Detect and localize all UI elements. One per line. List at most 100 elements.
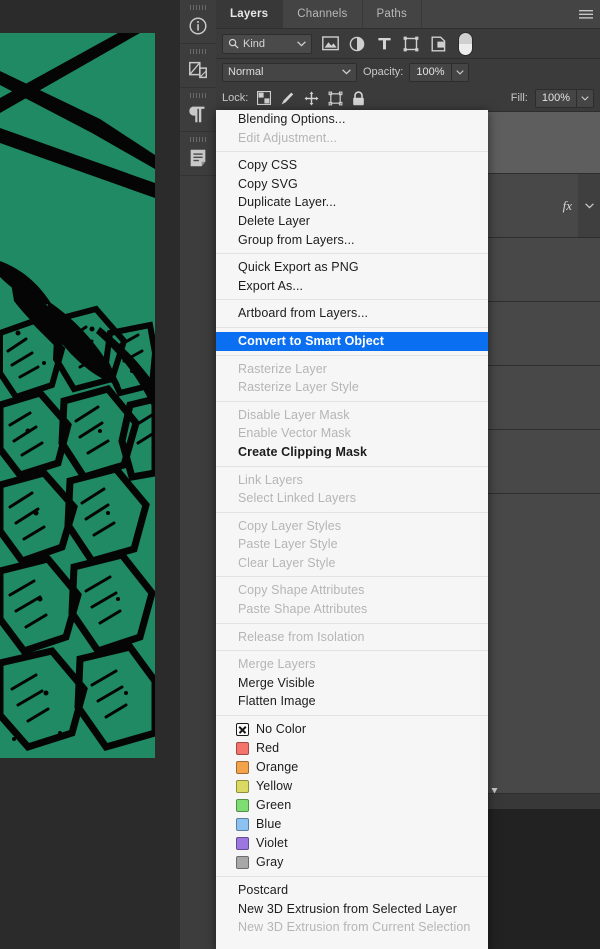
menu-item-color-no-color[interactable]: No Color [216,720,488,739]
lock-image-pixels-icon[interactable] [280,91,295,106]
artwork-linework [0,33,155,758]
tab-channels-label: Channels [297,8,348,20]
search-icon [228,38,239,49]
filter-toggle-switch[interactable] [458,31,473,56]
menu-separator [216,650,488,652]
photoshop-window: Layers Channels Paths Kind Normal Opacit… [0,0,600,949]
menu-group: Link Layers Select Linked Layers [216,471,488,508]
color-label: Gray [256,855,284,870]
menu-item-duplicate-layer[interactable]: Duplicate Layer... [216,193,488,212]
chevron-down-icon [297,40,306,47]
app-background-bottom [488,809,600,949]
panel-grip[interactable] [190,49,206,54]
color-swatch-blue [236,818,249,832]
smart-object-filter-icon[interactable] [426,33,450,55]
menu-group-3d: Postcard New 3D Extrusion from Selected … [216,881,488,937]
layer-context-menu[interactable]: Blending Options... Edit Adjustment... C… [216,110,488,949]
lock-artboard-nesting-icon[interactable] [328,91,343,106]
fill-stepper[interactable] [577,88,594,108]
menu-item-artboard-from-layers[interactable]: Artboard from Layers... [216,304,488,323]
menu-group: Disable Layer Mask Enable Vector Mask Cr… [216,406,488,462]
tab-bar-filler [422,0,572,28]
menu-item-blending-options[interactable]: Blending Options... [216,110,488,129]
menu-item-color-green[interactable]: Green [216,796,488,815]
menu-item-copy-svg[interactable]: Copy SVG [216,175,488,194]
menu-separator [216,326,488,328]
lock-all-icon[interactable] [352,90,365,106]
panel-grip[interactable] [190,137,206,142]
dock-item-notes[interactable] [180,132,216,176]
menu-item-color-violet[interactable]: Violet [216,834,488,853]
opacity-stepper[interactable] [451,62,469,82]
panel-grip[interactable] [190,5,206,10]
color-label: Violet [256,836,288,851]
menu-item-color-orange[interactable]: Orange [216,758,488,777]
menu-item-link-layers: Link Layers [238,472,304,487]
panel-grip[interactable] [190,93,206,98]
menu-item-group-from-layers[interactable]: Group from Layers... [216,231,488,250]
dock-item-paragraph[interactable] [180,88,216,132]
menu-color-group: No Color Red Orange Yellow Green Blue Vi… [216,720,488,872]
lock-icon-group [257,90,365,106]
chevron-down-icon [455,69,464,75]
lock-row: Lock: Fill: 100% [216,85,600,112]
chevron-down-icon [581,95,589,101]
menu-item-create-clipping-mask[interactable]: Create Clipping Mask [216,443,488,462]
canvas-area[interactable] [0,0,180,949]
menu-item-color-red[interactable]: Red [216,739,488,758]
menu-item-merge-visible[interactable]: Merge Visible [216,674,488,693]
filter-type-icons [318,33,450,55]
fx-badge: fx [562,197,572,213]
menu-item-new-3d-extrusion-from-current-selection: New 3D Extrusion from Current Selection [238,920,471,935]
chevron-down-icon [342,69,351,75]
color-swatch-violet [236,837,249,851]
dock-item-info[interactable] [180,0,216,44]
notes-panel-icon [190,149,206,167]
menu-group: Artboard from Layers... [216,304,488,323]
opacity-control[interactable]: 100% [409,62,469,82]
tab-paths[interactable]: Paths [363,0,422,28]
blend-mode-select[interactable]: Normal [222,62,357,82]
menu-item-edit-adjustment: Edit Adjustment... [238,130,338,145]
adjustment-layer-filter-icon[interactable] [345,33,369,55]
menu-item-quick-export-as-png[interactable]: Quick Export as PNG [216,258,488,277]
menu-item-copy-css[interactable]: Copy CSS [216,156,488,175]
no-color-swatch-icon [236,723,249,737]
fill-control[interactable]: 100% [534,88,594,108]
menu-item-color-gray[interactable]: Gray [216,853,488,872]
opacity-label: Opacity: [363,66,404,78]
pixel-layer-filter-icon[interactable] [318,33,342,55]
color-label: Green [256,798,292,813]
filter-kind-select[interactable]: Kind [222,33,312,54]
paragraph-panel-icon [189,106,205,123]
lock-transparent-pixels-icon[interactable] [257,91,272,105]
menu-group: Rasterize Layer Rasterize Layer Style [216,360,488,397]
fill-value[interactable]: 100% [534,88,577,108]
menu-item-new-3d-extrusion-from-selected-layer[interactable]: New 3D Extrusion from Selected Layer [216,900,488,919]
menu-item-postcard[interactable]: Postcard [216,881,488,900]
tab-channels[interactable]: Channels [283,0,363,28]
dock-item-libraries[interactable] [180,44,216,88]
type-layer-filter-icon[interactable] [372,33,396,55]
shape-layer-filter-icon[interactable] [399,33,423,55]
fx-expand-toggle[interactable] [578,174,600,237]
panel-menu-button[interactable] [572,0,600,28]
tab-paths-label: Paths [376,8,407,20]
color-label: No Color [256,722,307,737]
menu-item-color-yellow[interactable]: Yellow [216,777,488,796]
menu-item-flatten-image[interactable]: Flatten Image [216,692,488,711]
lock-position-icon[interactable] [304,91,319,106]
menu-item-delete-layer[interactable]: Delete Layer [216,212,488,231]
menu-item-paste-layer-style: Paste Layer Style [238,537,338,552]
blend-mode-row: Normal Opacity: 100% [216,59,600,85]
menu-item-export-as[interactable]: Export As... [216,277,488,296]
menu-separator [216,876,488,878]
menu-item-release-from-isolation: Release from Isolation [238,629,365,644]
layer-filter-row: Kind [216,29,600,59]
menu-item-color-blue[interactable]: Blue [216,815,488,834]
layer-effects-indicator[interactable]: fx [563,174,600,237]
opacity-value[interactable]: 100% [409,62,452,82]
menu-item-convert-to-smart-object[interactable]: Convert to Smart Object [216,331,488,351]
scroll-down-arrow-icon[interactable] [491,787,498,795]
tab-layers[interactable]: Layers [216,0,284,28]
